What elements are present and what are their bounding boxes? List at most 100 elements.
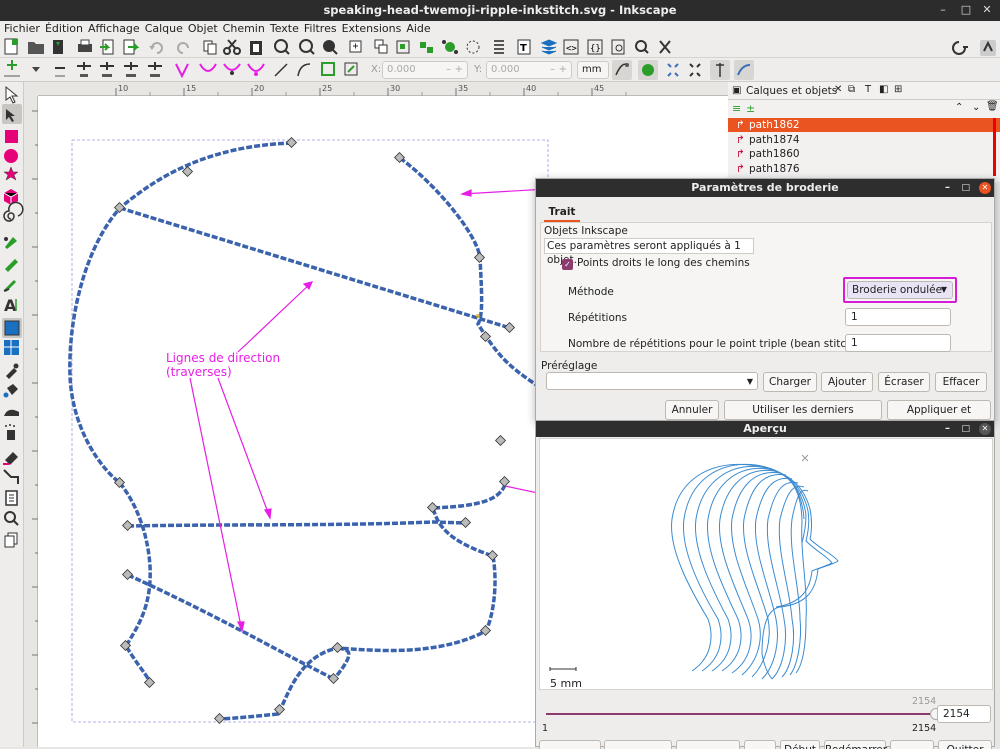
paint-bucket-tool-icon[interactable]: [3, 384, 19, 398]
maximize-icon[interactable]: □: [959, 3, 973, 17]
duplicate-icon[interactable]: [349, 40, 362, 53]
show-clip-icon[interactable]: [689, 63, 701, 77]
auto-smooth-node-icon[interactable]: [247, 63, 265, 76]
align-icon[interactable]: [494, 40, 504, 54]
text-font-icon[interactable]: T: [517, 39, 531, 55]
move-up-icon[interactable]: ⌃: [955, 102, 963, 113]
xml-brackets-icon[interactable]: <>: [563, 39, 579, 55]
preview-control-button[interactable]: [676, 740, 740, 749]
mesh-tool-icon[interactable]: [4, 340, 19, 355]
straight-stitch-checkbox[interactable]: ✓: [562, 259, 573, 270]
gradient-tool-icon[interactable]: [2, 318, 22, 338]
snap-toggle-icon[interactable]: [980, 40, 996, 56]
pencil-tool-icon[interactable]: [5, 259, 18, 272]
y-decrement[interactable]: –: [550, 62, 555, 78]
repetitions-input[interactable]: 1: [845, 308, 951, 326]
dialog-maximize-icon[interactable]: □: [961, 179, 970, 197]
preset-combo[interactable]: ▼: [546, 372, 758, 390]
tweak-tool-icon[interactable]: [4, 409, 19, 416]
pen-tool-icon[interactable]: [4, 237, 17, 249]
commands-palette-icon[interactable]: [952, 41, 968, 55]
curve-segment-icon[interactable]: [297, 63, 311, 77]
quit-button[interactable]: Quitter: [938, 740, 992, 749]
menu-edition[interactable]: Édition: [45, 21, 83, 36]
menu-texte[interactable]: Texte: [270, 21, 299, 36]
vertical-ruler[interactable]: [24, 96, 38, 747]
preview-close-icon[interactable]: ✕: [979, 423, 991, 435]
save-icon[interactable]: [53, 40, 63, 54]
pages-tool-icon[interactable]: [5, 490, 18, 506]
show-mask-icon[interactable]: [667, 63, 679, 77]
connector-tool-icon[interactable]: [3, 469, 19, 484]
stroke-to-path-icon[interactable]: [344, 62, 358, 76]
menu-filtres[interactable]: Filtres: [304, 21, 337, 36]
copy-icon[interactable]: [203, 40, 217, 55]
stitch-preview-area[interactable]: 5 mm: [539, 438, 993, 690]
calligraphy-tool-icon[interactable]: [3, 279, 17, 293]
x-coordinate-input[interactable]: 0.000 – +: [382, 61, 468, 79]
stitch-slider-track[interactable]: [546, 708, 942, 720]
star-tool-icon[interactable]: [3, 166, 19, 181]
object-to-path-icon[interactable]: [321, 62, 335, 76]
undo-icon[interactable]: [149, 42, 163, 54]
layer-row[interactable]: ↱ path1860: [728, 147, 1000, 161]
tab-trait[interactable]: Trait: [544, 204, 580, 222]
cut-icon[interactable]: [223, 39, 241, 55]
dropper-tool-icon[interactable]: [6, 363, 19, 380]
menu-aide[interactable]: Aide: [406, 21, 430, 36]
dropdown-arrow-icon[interactable]: [32, 67, 40, 72]
rectangle-tool-icon[interactable]: [5, 130, 18, 143]
layer-row[interactable]: ↱ path1876: [728, 162, 1000, 176]
redo-icon[interactable]: [177, 42, 189, 54]
find-icon[interactable]: [611, 39, 625, 55]
add-sublayer-icon[interactable]: ±: [746, 102, 755, 115]
selectors-icon[interactable]: {}: [587, 39, 603, 55]
group-icon[interactable]: [396, 40, 410, 54]
layers-tab-label[interactable]: Calques et objets: [746, 85, 837, 97]
preview-maximize-icon[interactable]: □: [961, 421, 970, 437]
y-increment[interactable]: +: [559, 62, 567, 78]
delete-preset-button[interactable]: Effacer: [935, 372, 987, 392]
restart-button[interactable]: Redémarrer: [824, 740, 887, 749]
close-tab-icon[interactable]: ✕: [834, 84, 842, 95]
layer-row-selected[interactable]: ↱ path1862: [728, 118, 1000, 132]
move-down-icon[interactable]: ⌄: [972, 102, 980, 113]
load-preset-button[interactable]: Charger: [763, 372, 817, 392]
print-icon[interactable]: [78, 39, 92, 52]
add-preset-button[interactable]: Ajouter: [821, 372, 873, 392]
preview-minimize-icon[interactable]: –: [945, 421, 950, 437]
dialog-minimize-icon[interactable]: –: [945, 179, 950, 197]
show-transform-handles-icon[interactable]: [638, 60, 658, 80]
measure-tool-icon[interactable]: [4, 532, 18, 548]
show-path-outline-icon[interactable]: [710, 60, 730, 80]
fill-tab-icon[interactable]: ◧: [879, 84, 888, 95]
preferences-icon[interactable]: [659, 40, 671, 54]
preview-control-button[interactable]: [539, 740, 601, 749]
search-replace-icon[interactable]: [635, 40, 649, 54]
export-icon[interactable]: [123, 39, 140, 55]
show-path-direction-icon[interactable]: [734, 60, 754, 80]
zoom-page-icon[interactable]: [323, 40, 338, 55]
menu-fichier[interactable]: Fichier: [4, 21, 40, 36]
selector-tool-icon[interactable]: [5, 85, 19, 104]
minimize-icon[interactable]: –: [936, 3, 950, 17]
preview-control-button[interactable]: [744, 740, 776, 749]
zoom-selection-icon[interactable]: [274, 39, 290, 55]
new-document-icon[interactable]: [4, 38, 18, 55]
zoom-tool-icon[interactable]: [4, 511, 19, 526]
show-handles-icon[interactable]: [612, 60, 632, 80]
join-nodes-icon[interactable]: [77, 62, 91, 77]
zoom-drawing-icon[interactable]: [299, 39, 315, 55]
bean-stitch-input[interactable]: 1: [845, 334, 951, 352]
start-button[interactable]: Début: [780, 740, 820, 749]
clone-icon[interactable]: [374, 39, 388, 54]
delete-node-icon[interactable]: [55, 67, 65, 77]
delete-segment-icon[interactable]: [148, 62, 162, 77]
smooth-node-icon[interactable]: [199, 63, 217, 72]
menu-chemin[interactable]: Chemin: [223, 21, 265, 36]
line-segment-icon[interactable]: [274, 63, 288, 77]
apply-quit-button[interactable]: Appliquer et Quitter: [887, 400, 991, 434]
eraser-tool-icon[interactable]: [3, 452, 18, 465]
menu-calque[interactable]: Calque: [145, 21, 183, 36]
cancel-button[interactable]: Annuler: [665, 400, 719, 420]
